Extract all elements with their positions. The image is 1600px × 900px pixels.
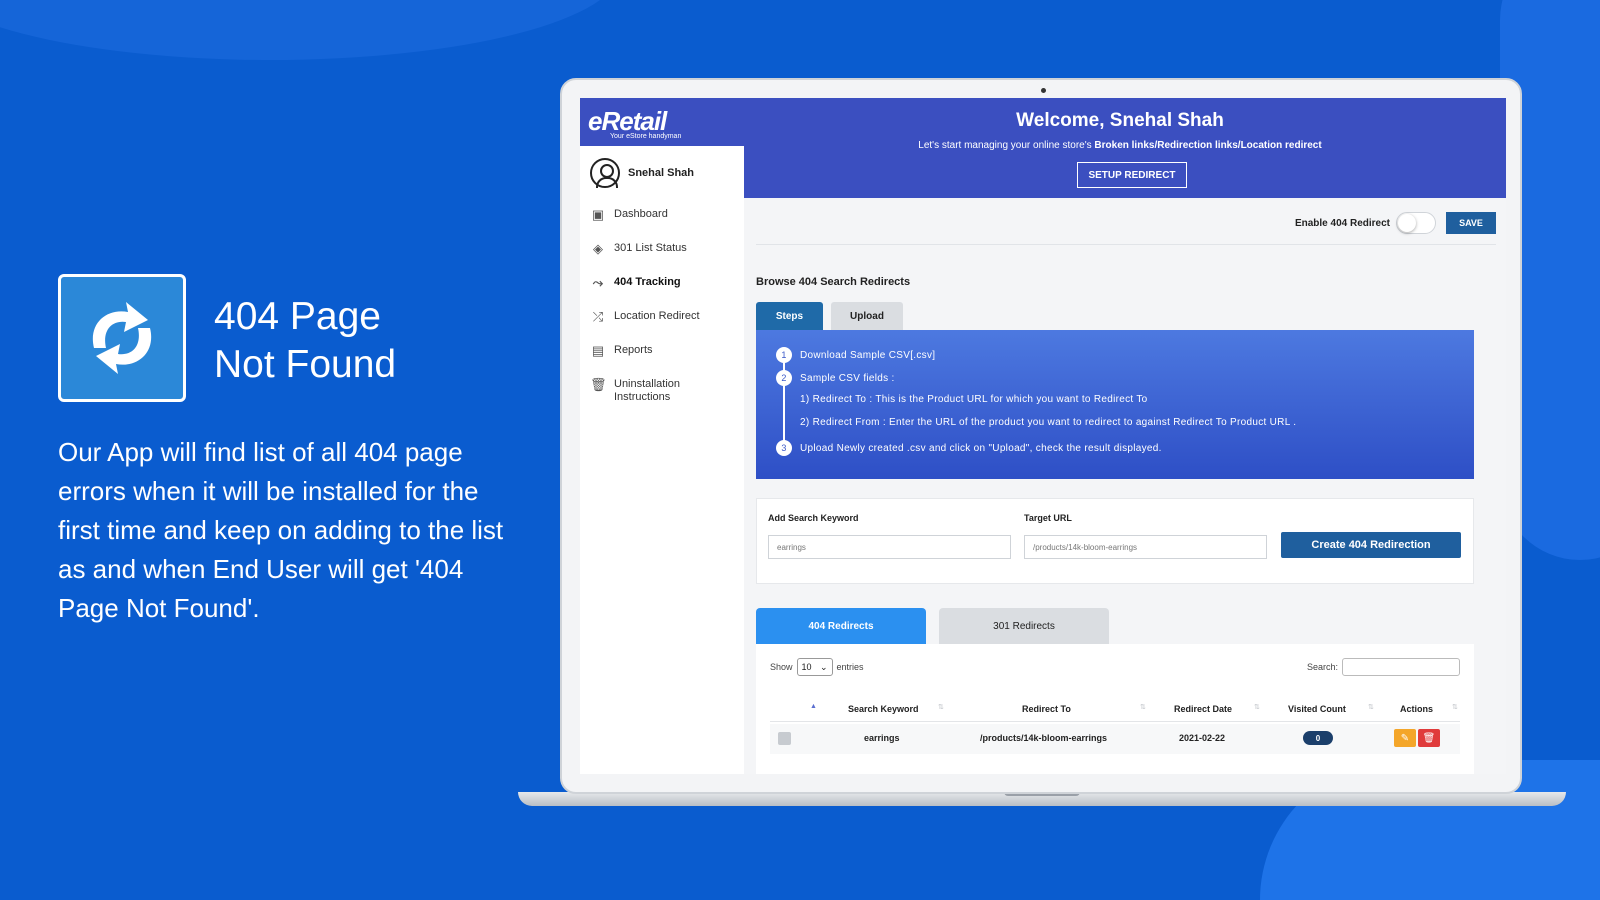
steps-panel: 1 Download Sample CSV[.csv] 2 Sample CSV… <box>756 330 1474 479</box>
entries-control: Show 10 ⌄ entries <box>770 658 864 676</box>
sort-icon[interactable]: ⇅ <box>1254 703 1260 711</box>
user-avatar-icon <box>590 158 620 188</box>
sort-icon[interactable]: ⇅ <box>1452 703 1458 711</box>
step-item: 2 Sample CSV fields : <box>776 370 895 386</box>
search-input[interactable] <box>1342 658 1460 676</box>
column-header-redirect-to[interactable]: Redirect To <box>1022 704 1071 714</box>
table-header: ▲ Search Keyword ⇅ Redirect To ⇅ Redirec… <box>770 700 1460 722</box>
step-item: 3 Upload Newly created .csv and click on… <box>776 440 1162 456</box>
step-text: 2) Redirect From : Enter the URL of the … <box>800 417 1297 428</box>
show-label: Show <box>770 662 793 672</box>
route-icon: ⤳ <box>592 275 604 290</box>
divider <box>756 244 1496 245</box>
shuffle-icon: ⤮ <box>592 309 604 324</box>
diamond-arrows-icon: ◈ <box>593 241 603 256</box>
trash-icon: 🗑 <box>590 377 607 392</box>
user-name: Snehal Shah <box>628 167 695 179</box>
sidebar-item-301-list-status[interactable]: ◈ 301 List Status <box>590 242 740 276</box>
target-url-input[interactable]: /products/14k-bloom-earrings <box>1024 535 1267 559</box>
step-text[interactable]: Download Sample CSV[.csv] <box>800 350 935 361</box>
save-button[interactable]: SAVE <box>1446 212 1496 234</box>
report-icon: ▤ <box>591 343 605 358</box>
sidebar-item-label: Location Redirect <box>614 310 700 322</box>
enable-404-toggle[interactable] <box>1396 212 1436 234</box>
step-item: 2) Redirect From : Enter the URL of the … <box>776 417 1296 428</box>
sidebar-item-location-redirect[interactable]: ⤮ Location Redirect <box>590 310 740 344</box>
setup-redirect-button[interactable]: SETUP REDIRECT <box>1077 162 1187 188</box>
entries-value: 10 <box>801 662 812 672</box>
target-url-label: Target URL <box>1024 513 1072 523</box>
sidebar-item-uninstallation[interactable]: 🗑 Uninstallation Instructions <box>590 378 740 418</box>
step-item: 1 Download Sample CSV[.csv] <box>776 347 935 363</box>
logo-tagline: Your eStore handyman <box>610 133 682 140</box>
keyword-input[interactable]: earrings <box>768 535 1011 559</box>
step-number: 3 <box>776 440 792 456</box>
cell-redirect-date: 2021-02-22 <box>1179 733 1226 743</box>
tab-upload[interactable]: Upload <box>831 302 903 330</box>
keyword-label: Add Search Keyword <box>768 513 859 523</box>
step-item: 1) Redirect To : This is the Product URL… <box>776 394 1148 405</box>
sort-icon[interactable]: ⇅ <box>1140 703 1146 711</box>
enable-404-row: Enable 404 Redirect SAVE <box>1295 212 1496 234</box>
step-number: 1 <box>776 347 792 363</box>
welcome-subtitle-bold: Broken links/Redirection links/Location … <box>1094 140 1322 151</box>
step-text: 1) Redirect To : This is the Product URL… <box>800 394 1148 405</box>
sort-icon[interactable]: ⇅ <box>1368 703 1374 711</box>
sort-icon[interactable]: ⇅ <box>938 703 944 711</box>
sidebar-item-label: 404 Tracking <box>614 276 681 288</box>
step-text: Upload Newly created .csv and click on "… <box>800 442 1162 454</box>
column-header-visited-count[interactable]: Visited Count <box>1288 704 1346 714</box>
refresh-arrows-icon <box>58 274 186 402</box>
enable-404-label: Enable 404 Redirect <box>1294 217 1390 229</box>
promo-title: 404 Page Not Found <box>214 295 397 386</box>
welcome-subtitle: Let's start managing your online store's… <box>820 140 1420 151</box>
row-checkbox[interactable] <box>778 732 791 745</box>
sidebar-item-label: Reports <box>614 344 653 356</box>
tab-404-redirects[interactable]: 404 Redirects <box>756 608 926 644</box>
redirects-table-card: Show 10 ⌄ entries Search: ▲ Search Keywo… <box>756 644 1474 774</box>
entries-label: entries <box>836 662 864 672</box>
browse-title: Browse 404 Search Redirects <box>756 276 911 288</box>
visited-count-badge: 0 <box>1303 731 1333 745</box>
column-header-actions: Actions <box>1400 704 1434 714</box>
step-number: 2 <box>776 370 792 386</box>
sidebar-nav: ▣ Dashboard ◈ 301 List Status ⤳ 404 Trac… <box>590 208 740 418</box>
background-wave <box>0 0 620 60</box>
sidebar-item-label: Dashboard <box>614 208 668 220</box>
app-screen: eRetail Your eStore handyman Welcome, Sn… <box>580 98 1506 774</box>
welcome-title: Welcome, Snehal Shah <box>1016 110 1224 131</box>
welcome-subtitle-prefix: Let's start managing your online store's <box>918 140 1095 151</box>
create-redirect-form: Add Search Keyword earrings Target URL /… <box>756 498 1474 584</box>
create-404-redirection-button[interactable]: Create 404 Redirection <box>1281 532 1461 558</box>
delete-icon[interactable]: 🗑 <box>1418 729 1440 747</box>
sidebar: Snehal Shah ▣ Dashboard ◈ 301 List Statu… <box>580 146 744 774</box>
sidebar-item-dashboard[interactable]: ▣ Dashboard <box>590 208 740 242</box>
laptop-camera <box>1041 88 1046 93</box>
laptop-frame: eRetail Your eStore handyman Welcome, Sn… <box>560 78 1522 794</box>
sidebar-item-label: 301 List Status <box>614 242 687 254</box>
entries-select[interactable]: 10 ⌄ <box>796 658 833 676</box>
column-header-keyword[interactable]: Search Keyword <box>848 704 919 714</box>
tab-301-redirects[interactable]: 301 Redirects <box>939 608 1109 644</box>
chevron-down-icon: ⌄ <box>819 661 828 672</box>
user-profile[interactable]: Snehal Shah <box>590 158 694 188</box>
table-search: Search: <box>1307 658 1460 676</box>
sidebar-item-404-tracking[interactable]: ⤳ 404 Tracking <box>590 276 740 310</box>
cell-redirect-to: /products/14k-bloom-earrings <box>980 733 1108 743</box>
sidebar-item-reports[interactable]: ▤ Reports <box>590 344 740 378</box>
cell-keyword: earrings <box>864 733 900 743</box>
step-text: Sample CSV fields : <box>800 372 895 384</box>
search-label: Search: <box>1306 662 1338 672</box>
main-content: Enable 404 Redirect SAVE Browse 404 Sear… <box>756 198 1496 774</box>
column-header-redirect-date[interactable]: Redirect Date <box>1174 704 1232 714</box>
table-row: earrings /products/14k-bloom-earrings 20… <box>770 724 1460 754</box>
dashboard-icon: ▣ <box>591 207 605 222</box>
promo-description: Our App will find list of all 404 page e… <box>58 437 504 623</box>
sort-asc-icon[interactable]: ▲ <box>810 703 817 710</box>
sidebar-item-label: Uninstallation Instructions <box>614 378 681 403</box>
edit-icon[interactable]: ✎ <box>1394 729 1416 747</box>
tab-steps[interactable]: Steps <box>756 302 823 330</box>
